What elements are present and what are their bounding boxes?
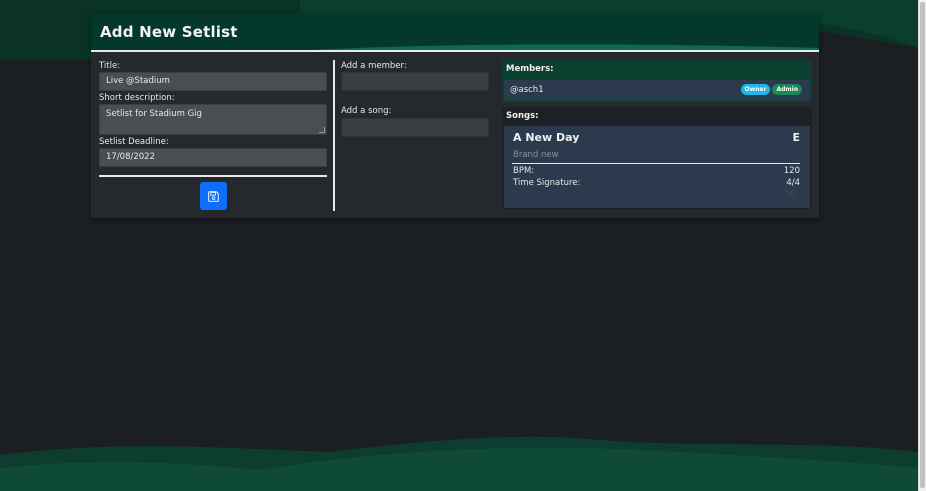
title-label: Title: bbox=[99, 61, 121, 71]
songs-heading: Songs: bbox=[506, 111, 539, 121]
add-setlist-card: Add New Setlist Title: Live @Stadium Sho… bbox=[91, 14, 819, 218]
bpm-label: BPM: bbox=[513, 166, 535, 176]
add-member-label: Add a member: bbox=[341, 61, 407, 71]
add-song-input[interactable] bbox=[341, 118, 489, 137]
description-label: Short description: bbox=[99, 93, 175, 103]
deadline-date-input[interactable]: 17/08/2022 bbox=[99, 148, 327, 167]
close-icon[interactable] bbox=[784, 188, 796, 200]
deadline-label: Setlist Deadline: bbox=[99, 137, 169, 147]
scrollbar[interactable] bbox=[918, 0, 926, 491]
resize-handle-icon[interactable] bbox=[319, 127, 325, 133]
song-divider bbox=[512, 163, 800, 164]
time-signature-value: 4/4 bbox=[786, 178, 800, 188]
description-text: Setlist for Stadium Gig bbox=[106, 109, 202, 119]
song-key: E bbox=[792, 131, 800, 144]
title-input[interactable]: Live @Stadium bbox=[99, 72, 327, 91]
members-panel: Members: @asch1 Owner Admin bbox=[502, 60, 812, 102]
song-title: A New Day bbox=[513, 131, 580, 144]
add-member-input[interactable] bbox=[341, 72, 489, 91]
admin-badge: Admin bbox=[772, 84, 802, 95]
save-button[interactable] bbox=[200, 182, 227, 210]
scrollbar-thumb[interactable] bbox=[920, 2, 925, 488]
owner-badge: Owner bbox=[740, 84, 771, 95]
member-row[interactable]: @asch1 Owner Admin bbox=[504, 80, 810, 100]
add-song-label: Add a song: bbox=[341, 106, 392, 116]
member-name: @asch1 bbox=[510, 85, 544, 95]
bpm-row: BPM: 120 bbox=[513, 166, 800, 176]
song-card[interactable]: A New Day E Brand new BPM: 120 Time Sign… bbox=[504, 126, 810, 208]
songs-panel: Songs: A New Day E Brand new BPM: 120 Ti… bbox=[502, 107, 812, 209]
members-heading: Members: bbox=[506, 64, 554, 74]
card-header: Add New Setlist bbox=[91, 14, 819, 52]
form-divider bbox=[99, 175, 327, 177]
bpm-value: 120 bbox=[783, 166, 800, 176]
floppy-disk-icon bbox=[208, 190, 219, 202]
column-divider bbox=[333, 60, 335, 211]
time-signature-label: Time Signature: bbox=[513, 178, 581, 188]
description-textarea[interactable]: Setlist for Stadium Gig bbox=[99, 104, 327, 135]
time-signature-row: Time Signature: 4/4 bbox=[513, 178, 800, 188]
page-title: Add New Setlist bbox=[100, 23, 238, 41]
song-status: Brand new bbox=[513, 150, 559, 160]
